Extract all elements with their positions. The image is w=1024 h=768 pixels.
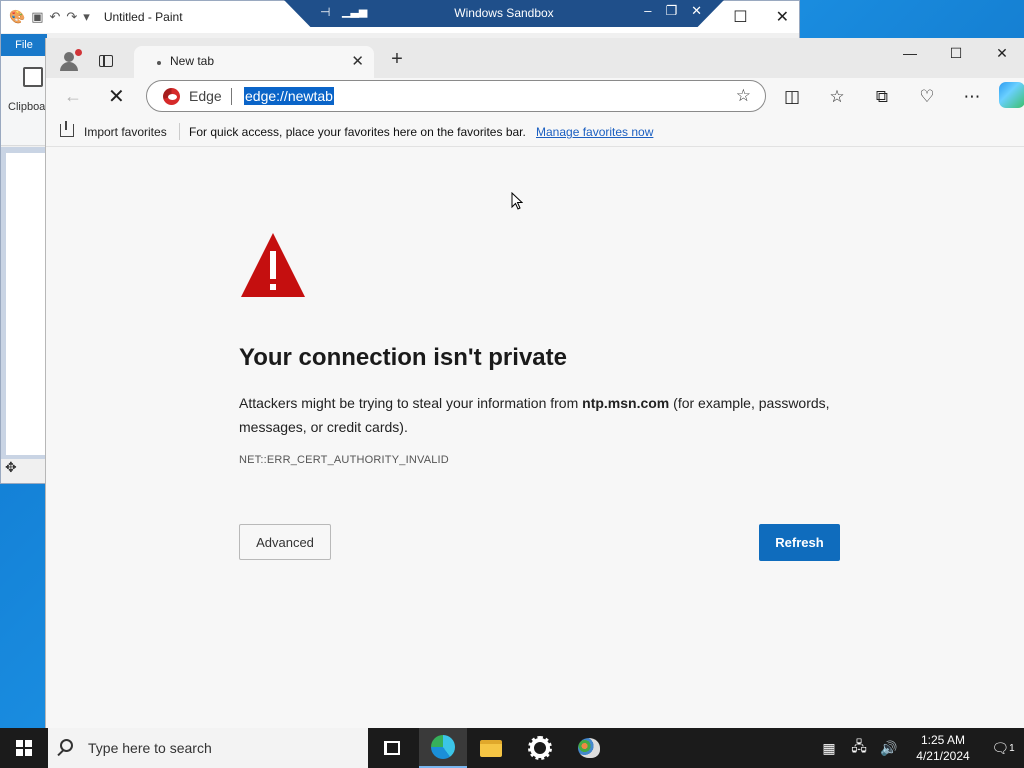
tab-label: New tab: [170, 54, 215, 68]
paint-canvas[interactable]: [6, 153, 47, 455]
paint-close-icon[interactable]: ✕: [776, 7, 789, 27]
sandbox-connection-bar: ⊣ ▁▃▅ Windows Sandbox – ❐ ✕: [284, 0, 724, 27]
error-description-lead: Attackers might be trying to steal your …: [239, 395, 579, 411]
import-icon[interactable]: [60, 121, 74, 137]
clipboard-group-label: Clipboa: [8, 101, 46, 113]
paint-app-icon: 🎨: [9, 9, 26, 24]
loading-dot-icon: [157, 61, 161, 65]
error-heading: Your connection isn't private: [239, 344, 567, 371]
clock[interactable]: 1:25 AM 4/21/2024: [904, 732, 982, 764]
clock-time: 1:25 AM: [920, 733, 966, 747]
system-tray: ▦ 🖧 🔊 1:25 AM 4/21/2024 🗨 1: [814, 728, 1024, 768]
taskbar-search[interactable]: Type here to search: [48, 728, 368, 768]
manage-favorites-link[interactable]: Manage favorites now: [536, 125, 653, 139]
minimize-icon[interactable]: —: [887, 38, 933, 68]
taskbar-settings-button[interactable]: [516, 728, 564, 768]
paint-taskbar-icon: [578, 738, 600, 758]
undo-icon[interactable]: ↶: [49, 9, 60, 25]
address-bar[interactable]: Edge edge://newtab ☆: [146, 80, 766, 112]
favorites-icon[interactable]: ☆: [827, 87, 847, 107]
favorite-star-icon[interactable]: ☆: [736, 86, 751, 106]
back-arrow-icon[interactable]: ←: [64, 86, 82, 107]
stop-loading-icon[interactable]: ✕: [108, 84, 125, 109]
taskbar-file-explorer-button[interactable]: [467, 728, 515, 768]
tab-actions-icon[interactable]: [99, 55, 113, 67]
address-bar-site-label: Edge: [189, 88, 222, 104]
toolbar-icons: ◫ ☆ ⧉ ♡ ⋯: [782, 87, 982, 107]
error-code: NET::ERR_CERT_AUTHORITY_INVALID: [239, 454, 449, 466]
notification-icon: 🗨: [991, 739, 1010, 756]
more-options-icon[interactable]: ⋯: [962, 87, 982, 107]
error-page: Your connection isn't private Attackers …: [46, 148, 1024, 728]
sandbox-minimize-icon[interactable]: –: [644, 3, 651, 19]
task-view-icon: [384, 741, 400, 755]
error-description: Attackers might be trying to steal your …: [239, 391, 849, 439]
collections-icon[interactable]: ⧉: [872, 87, 892, 107]
profile-icon[interactable]: [60, 49, 82, 71]
sandbox-restore-icon[interactable]: ❐: [665, 3, 677, 19]
navigation-toolbar: ← ✕ Edge edge://newtab ☆ ◫ ☆ ⧉ ♡ ⋯: [46, 78, 1024, 116]
paint-maximize-icon[interactable]: ☐: [733, 7, 747, 27]
search-icon: [60, 739, 73, 752]
edge-taskbar-icon: [431, 735, 455, 759]
favorites-separator: [179, 123, 180, 140]
favorites-bar: Import favorites For quick access, place…: [46, 116, 1024, 147]
taskbar-paint-button[interactable]: [565, 728, 613, 768]
paint-status-bar: ✥: [1, 459, 47, 483]
import-favorites-button[interactable]: Import favorites: [84, 125, 167, 139]
address-separator: [231, 88, 232, 105]
taskbar-edge-button[interactable]: [419, 728, 467, 768]
close-icon[interactable]: ✕: [979, 38, 1024, 68]
favorites-hint: For quick access, place your favorites h…: [189, 125, 526, 139]
task-view-button[interactable]: [368, 728, 416, 768]
browser-essentials-icon[interactable]: ♡: [917, 87, 937, 107]
paste-icon[interactable]: [23, 67, 43, 87]
paint-window-title: Untitled - Paint: [103, 10, 183, 24]
search-placeholder: Type here to search: [88, 740, 212, 756]
tab-new-tab[interactable]: New tab ✕: [134, 46, 374, 78]
news-widget-icon[interactable]: ▦: [818, 740, 840, 757]
mouse-cursor-icon: [511, 192, 523, 210]
split-screen-icon[interactable]: ◫: [782, 87, 802, 107]
maximize-icon[interactable]: ☐: [933, 38, 979, 68]
customize-dropdown-icon[interactable]: ▾: [83, 9, 90, 25]
paint-window-controls: ☐ ✕: [733, 7, 789, 27]
clock-date: 4/21/2024: [916, 749, 970, 763]
gear-icon: [528, 736, 552, 760]
tab-strip: New tab ✕ + — ☐ ✕: [46, 38, 1024, 78]
url-text[interactable]: edge://newtab: [244, 87, 334, 105]
folder-icon: [480, 739, 502, 757]
taskbar: Type here to search ▦ 🖧 🔊 1:25 AM 4/21/2…: [0, 728, 1024, 768]
refresh-button[interactable]: Refresh: [759, 524, 840, 561]
windows-logo-icon: [16, 740, 32, 756]
error-host: ntp.msn.com: [582, 395, 670, 411]
volume-icon[interactable]: 🔊: [878, 740, 900, 757]
sandbox-controls: – ❐ ✕: [644, 3, 702, 19]
new-tab-button[interactable]: +: [386, 48, 408, 71]
save-icon[interactable]: ▣: [31, 9, 43, 25]
start-button[interactable]: [0, 728, 48, 768]
copilot-icon[interactable]: [999, 82, 1024, 108]
network-icon[interactable]: 🖧: [848, 736, 870, 760]
cursor-position-icon: ✥: [5, 459, 17, 475]
advanced-button[interactable]: Advanced: [239, 524, 331, 560]
edge-window: New tab ✕ + — ☐ ✕ ← ✕ Edge edge://newtab…: [45, 38, 1024, 728]
sandbox-close-icon[interactable]: ✕: [691, 3, 702, 19]
redo-icon[interactable]: ↷: [66, 9, 77, 25]
edge-window-controls: — ☐ ✕: [887, 38, 1024, 68]
warning-triangle-icon: [241, 233, 305, 297]
quick-access-toolbar: 🎨 ▣ ↶ ↷ ▾: [1, 9, 90, 25]
paint-file-tab[interactable]: File: [1, 34, 47, 56]
tab-close-icon[interactable]: ✕: [351, 52, 364, 70]
edge-logo-icon: [163, 88, 180, 105]
notification-count: 1: [1009, 742, 1015, 754]
notification-center-button[interactable]: 🗨 1: [982, 728, 1024, 768]
